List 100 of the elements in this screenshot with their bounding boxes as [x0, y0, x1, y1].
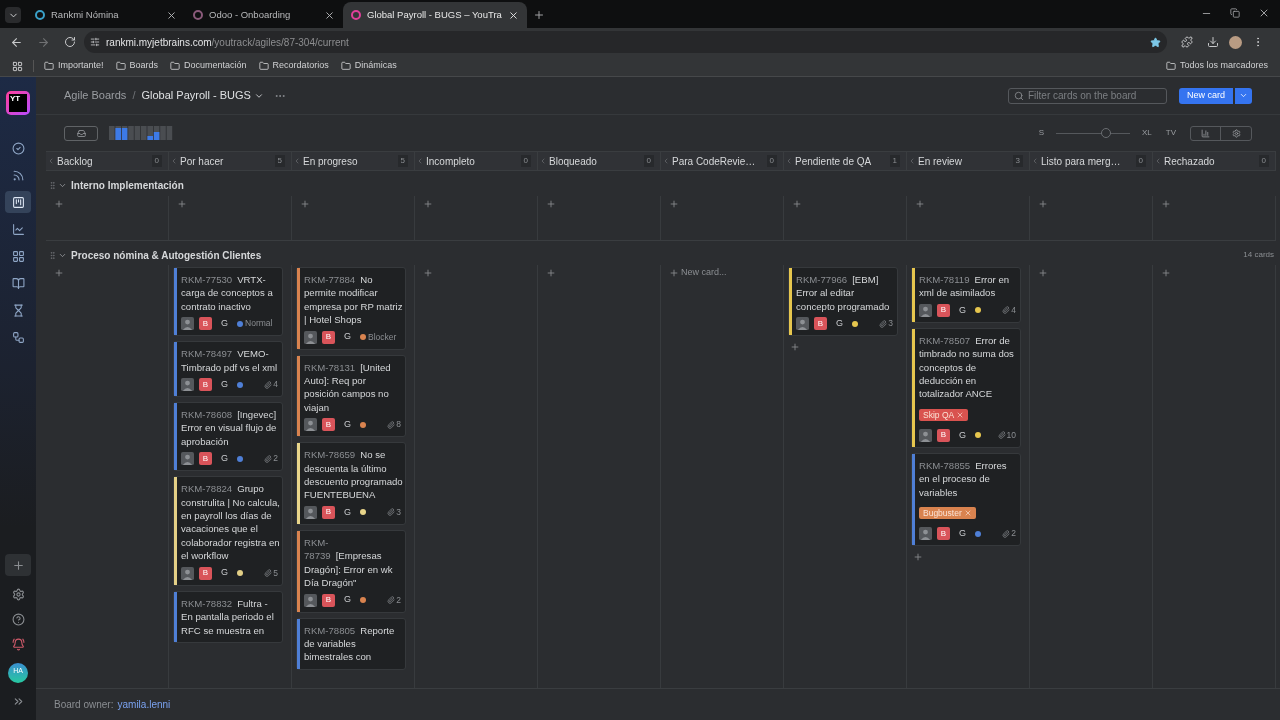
column-count: 0	[520, 155, 531, 167]
column-count: 1	[889, 155, 900, 167]
paperclip-icon	[264, 454, 273, 463]
restore-icon[interactable]	[1230, 8, 1240, 18]
apps-icon[interactable]	[12, 60, 23, 72]
close-icon[interactable]	[507, 9, 519, 21]
bookmark-folder[interactable]: Dinámicas	[340, 59, 397, 73]
close-icon[interactable]	[324, 9, 335, 21]
column-header[interactable]: En review 3	[907, 152, 1030, 170]
column-header[interactable]: Rechazado 0	[1153, 152, 1276, 170]
profile-avatar[interactable]	[1229, 35, 1242, 49]
browser-tab[interactable]: Rankmi Nómina	[27, 2, 185, 28]
field-value: G	[836, 316, 843, 330]
paperclip-icon	[387, 596, 396, 604]
remove-icon[interactable]	[963, 509, 972, 518]
issue-card[interactable]: RKM-78739 [Empresas Dragón]: Error en wk Día Dragón" B G 2	[296, 529, 406, 613]
bookmark-star-icon[interactable]	[1150, 36, 1161, 48]
notifications-icon[interactable]	[11, 638, 25, 651]
column-title: Rechazado	[1164, 154, 1215, 169]
collapse-icon[interactable]	[662, 157, 670, 165]
issue-card[interactable]: RKM-77884 No permite modificar empresa por RP matriz | Hotel Shops B G Blocker	[296, 267, 406, 350]
collapse-icon[interactable]	[785, 157, 793, 165]
bookmark-folder[interactable]: Todos los marcadores	[1165, 59, 1268, 73]
remove-icon[interactable]	[956, 411, 965, 420]
issue-card[interactable]: RKM-77530 VRTX-carga de conceptos a contrato inactivo B G Normal	[173, 267, 283, 337]
avatar	[181, 378, 194, 392]
column-header[interactable]: Para CodeRevie… 0	[661, 152, 784, 170]
issue-card[interactable]: RKM-78824 Grupo construlita | No calcula, en payroll los días de vacaciones que el colaborador registra en el workflow B G 5	[173, 476, 283, 586]
issue-card[interactable]: RKM-77966 [EBM] Error al editar concepto programado B G 3	[788, 267, 898, 337]
folder-icon	[115, 61, 126, 71]
dropdown-button[interactable]	[1235, 87, 1252, 104]
owner-link[interactable]: yamila.lenni	[117, 697, 171, 712]
plus-icon	[54, 199, 64, 209]
column-title: Por hacer	[180, 154, 224, 169]
collapse-icon[interactable]	[293, 157, 301, 165]
tab-list-button[interactable]	[5, 7, 21, 23]
column-header[interactable]: Bloqueado 0	[538, 152, 661, 170]
collapse-icon[interactable]	[170, 157, 178, 165]
issue-card[interactable]: RKM-78832 Fultra - En pantalla periodo el RFC se muestra en	[173, 590, 283, 643]
back-icon[interactable]	[10, 35, 23, 49]
plus-icon	[423, 199, 433, 209]
size-slider[interactable]	[1055, 128, 1130, 138]
issue-card[interactable]: RKM-78131 [United Auto]: Req por posición campos no viajan B G 8	[296, 354, 406, 438]
grid-icon	[11, 249, 25, 263]
column-count: 3	[1012, 155, 1023, 167]
extensions-icon[interactable]	[1181, 36, 1193, 48]
issue-card[interactable]: RKM-78855 Errores en el proceso de variables Bugbuster B G 2	[911, 452, 1021, 547]
collapse-icon[interactable]	[416, 157, 424, 165]
drag-handle-icon[interactable]	[48, 250, 57, 260]
settings-icon[interactable]	[11, 588, 25, 601]
reload-icon[interactable]	[64, 36, 76, 48]
column-header[interactable]: En progreso 5	[292, 152, 415, 170]
browser-tab[interactable]: Global Payroll - BUGS – YouTra	[343, 2, 527, 28]
create-button[interactable]	[5, 554, 31, 576]
bookmark-folder[interactable]: Recordatorios	[258, 59, 329, 73]
collapse-icon[interactable]	[908, 157, 916, 165]
inbox-button[interactable]	[64, 125, 98, 141]
issue-card[interactable]: RKM-78507 Error de timbrado no suma dos conceptos de deducción en totalizador ANCE Skip QA B G 10	[911, 327, 1021, 448]
issue-card[interactable]: RKM-78659 No se descuenta la último descuento programado FUENTEBUENA B G 3	[296, 442, 406, 525]
help-icon[interactable]	[11, 613, 25, 626]
column-header[interactable]: Listo para merg… 0	[1030, 152, 1153, 170]
close-icon[interactable]	[1258, 7, 1270, 19]
issue-card[interactable]: RKM-78608 [Ingevec] Error en visual flujo de aprobación B G 2	[173, 402, 283, 472]
address-field[interactable]: rankmi.myjetbrains.com/youtrack/agiles/87-304/current	[84, 31, 1167, 53]
bookmark-folder[interactable]: Boards	[115, 59, 159, 73]
new-tab-icon[interactable]	[532, 9, 545, 21]
nav-item[interactable]	[5, 191, 31, 213]
tag[interactable]: Skip QA	[919, 409, 969, 422]
forward-icon[interactable]	[37, 35, 50, 49]
browser-tab[interactable]: Odoo - Onboarding	[185, 2, 343, 28]
search-field[interactable]: Filter cards on the board	[1008, 87, 1167, 104]
new-card-button[interactable]: New card	[1179, 87, 1233, 104]
column-title: Pendiente de QA	[795, 154, 872, 169]
download-icon[interactable]	[1207, 36, 1219, 48]
board-selector[interactable]: Global Payroll - BUGS	[141, 87, 264, 104]
type-badge: B	[322, 505, 335, 519]
card-summary: RKM-78824 Grupo construlita | No calcula, en payroll los días de vacaciones que el colaborador registra en el workflow	[181, 482, 280, 563]
add-card-button[interactable]: New card...	[667, 267, 729, 279]
close-icon[interactable]	[166, 9, 177, 21]
site-info-icon[interactable]	[90, 37, 100, 47]
bookmark-folder[interactable]: Importante!	[44, 59, 104, 73]
slider-thumb[interactable]	[1100, 128, 1111, 138]
issue-card[interactable]: RKM-78119 Error en xml de asimilados B G 4	[911, 267, 1021, 323]
breadcrumb-link[interactable]: Agile Boards	[64, 87, 127, 104]
board-icon	[11, 195, 25, 209]
collapse-icon[interactable]	[1154, 157, 1162, 165]
type-badge: B	[199, 566, 212, 580]
drag-handle-icon[interactable]	[48, 180, 57, 190]
collapse-icon[interactable]	[1031, 157, 1039, 165]
issue-card[interactable]: RKM-78805 Reporte de variables bimestrales con	[296, 617, 406, 670]
column-header[interactable]: Incompleto 0	[415, 152, 538, 170]
column-header[interactable]: Backlog 0	[46, 152, 169, 170]
column-header[interactable]: Pendiente de QA 1	[784, 152, 907, 170]
tv-mode-button[interactable]: TV	[1165, 127, 1176, 139]
app-logo[interactable]: YT	[6, 91, 30, 115]
collapse-icon[interactable]	[47, 157, 55, 165]
column-header[interactable]: Por hacer 5	[169, 152, 292, 170]
collapse-icon[interactable]	[539, 157, 547, 165]
bookmark-folder[interactable]: Documentación	[170, 59, 247, 73]
issue-card[interactable]: RKM-78497 VEMO-Timbrado pdf vs el xml B G 4	[173, 341, 283, 398]
